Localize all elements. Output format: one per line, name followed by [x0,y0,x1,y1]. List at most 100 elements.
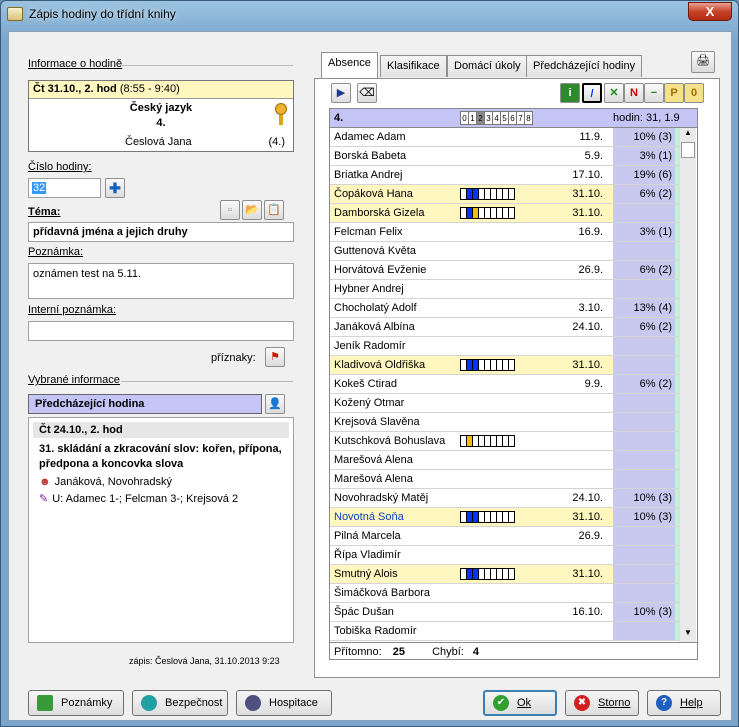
fill-button[interactable]: ▶ [331,83,351,103]
info-icon: i [568,87,572,99]
student-row[interactable]: Felcman Felix 16.9. 3% (1) [330,223,679,242]
student-name: Briatka Andrej [334,169,403,181]
eraser-button[interactable]: ⌫ [357,83,377,103]
student-row[interactable]: Guttenová Květa [330,242,679,261]
last-absence-date: 26.9. [578,264,603,276]
inspection-button[interactable]: Hospitace [236,690,332,716]
inspection-icon [245,695,261,711]
absence-cell[interactable] [508,435,515,447]
student-row[interactable]: Hybner Andrej [330,280,679,299]
absent-button[interactable]: / [582,83,602,103]
absence-cells[interactable] [460,188,515,200]
minus-button[interactable]: − [644,83,664,103]
student-row[interactable]: Smutný Alois 31.10. [330,565,679,584]
student-row[interactable]: Borská Babeta 5.9. 3% (1) [330,147,679,166]
tab-grades[interactable]: Klasifikace [380,55,447,77]
notes-icon [37,695,53,711]
hour-8[interactable]: 8 [524,111,533,125]
help-button[interactable]: ? Help [647,690,721,716]
absence-percent: 10% (3) [613,508,675,526]
open-topic-button[interactable]: 📂 [242,200,262,220]
student-row[interactable]: Novohradský Matěj 24.10. 10% (3) [330,489,679,508]
security-button[interactable]: Bezpečnost [132,690,228,716]
absence-cells[interactable] [460,207,515,219]
subject: Český jazyk [129,102,193,114]
last-absence-date: 5.9. [584,150,603,162]
topic-input[interactable]: přídavná jména a jejich druhy [28,222,294,242]
select-info-button[interactable]: 👤 [265,394,285,414]
notes-button[interactable]: Poznámky [28,690,124,716]
folder-icon: 📂 [245,204,259,216]
student-row[interactable]: Tobiška Radomír [330,622,679,641]
student-row[interactable]: Horvátová Evženie 26.9. 6% (2) [330,261,679,280]
student-row[interactable]: Marešová Alena [330,451,679,470]
tab-absence[interactable]: Absence [321,52,378,78]
scroll-down-icon[interactable]: ▼ [680,628,696,642]
student-row[interactable]: Krejsová Slavěna [330,413,679,432]
last-absence-date: 24.10. [572,321,603,333]
info-type-selector[interactable]: Předcházející hodina [28,394,262,414]
student-row[interactable]: Chocholatý Adolf 3.10. 13% (4) [330,299,679,318]
note-input[interactable]: oznámen test na 5.11. [28,263,294,299]
student-name: Kutschková Bohuslava [334,435,446,447]
student-row[interactable]: Řípa Vladimír [330,546,679,565]
student-row[interactable]: Briatka Andrej 17.10. 19% (6) [330,166,679,185]
absence-percent: 3% (1) [613,147,675,165]
ok-button[interactable]: ✔ Ok [483,690,557,716]
student-row[interactable]: Damborská Gizela 31.10. [330,204,679,223]
last-absence-date: 24.10. [572,492,603,504]
print-button[interactable]: 🖨 [691,51,715,73]
eraser-icon: ⌫ [359,87,375,99]
student-row[interactable]: Marešová Alena [330,470,679,489]
absence-cell[interactable] [508,207,515,219]
student-row[interactable]: Novotná Soňa 31.10. 10% (3) [330,508,679,527]
absence-cells[interactable] [460,359,515,371]
add-lesson-button[interactable]: ✚ [105,178,125,198]
student-row[interactable]: Janáková Albína 24.10. 6% (2) [330,318,679,337]
close-button[interactable]: X [688,2,732,21]
zero-button[interactable]: 0 [684,83,704,103]
help-icon: ? [656,695,672,711]
hours-summary: hodin: 31, 1.9 [613,112,680,124]
tab-homework[interactable]: Domácí úkoly [447,55,528,77]
grid-scrollbar[interactable]: ▲ ▼ [679,128,696,642]
student-row[interactable]: Čopáková Hana 31.10. 6% (2) [330,185,679,204]
absence-cell[interactable] [508,359,515,371]
p-button[interactable]: P [664,83,684,103]
absence-cell[interactable] [508,511,515,523]
student-row[interactable]: Kladivová Oldřiška 31.10. [330,356,679,375]
student-row[interactable]: Špác Dušan 16.10. 10% (3) [330,603,679,622]
flags-button[interactable]: ⚑ [265,347,285,367]
class-name: 4. [156,117,166,129]
absence-cell[interactable] [508,188,515,200]
student-row[interactable]: Pilná Marcela 26.9. [330,527,679,546]
student-row[interactable]: Jeník Radomír [330,337,679,356]
student-row[interactable]: Kokeš Ctirad 9.9. 6% (2) [330,375,679,394]
student-row[interactable]: Šimáčková Barbora [330,584,679,603]
lesson-header: Čt 31.10., 2. hod [33,83,117,95]
last-absence-date: 31.10. [572,568,603,580]
arrow-fill-icon: ▶ [336,87,346,99]
student-row[interactable]: Kožený Otmar [330,394,679,413]
student-row[interactable]: Adamec Adam 11.9. 10% (3) [330,128,679,147]
student-name: Guttenová Květa [334,245,416,257]
absence-cell[interactable] [508,568,515,580]
blank-button[interactable]: ▫ [220,200,240,220]
internal-note-input[interactable] [28,321,294,341]
absence-cells[interactable] [460,511,515,523]
lesson-number-field[interactable]: 32 [28,178,101,198]
tab-previous-lessons[interactable]: Předcházející hodiny [526,55,643,77]
unexcused-button[interactable]: N [624,83,644,103]
scroll-up-icon[interactable]: ▲ [680,128,696,142]
paste-topic-button[interactable]: 📋 [264,200,284,220]
scroll-thumb[interactable] [681,142,695,158]
student-name: Kokeš Ctirad [334,378,397,390]
student-name: Horvátová Evženie [334,264,427,276]
cancel-button[interactable]: ✖ Storno [565,690,639,716]
excused-button[interactable]: ✕ [604,83,624,103]
student-row[interactable]: Kutschková Bohuslava [330,432,679,451]
info-button[interactable]: i [560,83,580,103]
absence-cells[interactable] [460,568,515,580]
last-absence-date: 26.9. [578,530,603,542]
absence-cells[interactable] [460,435,515,447]
